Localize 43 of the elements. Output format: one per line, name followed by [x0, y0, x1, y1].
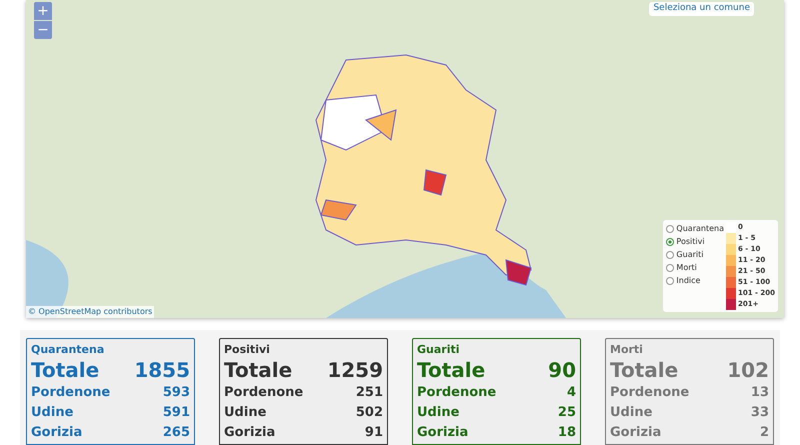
layer-radio[interactable]: Morti	[666, 262, 724, 274]
province-name: Pordenone	[31, 384, 110, 402]
select-municipality-label[interactable]: Seleziona un comune	[649, 2, 754, 16]
layer-radio[interactable]: Quarantena	[666, 223, 724, 235]
card-title: Guariti	[417, 343, 461, 357]
province-name: Udine	[224, 404, 266, 422]
province-value: 91	[364, 424, 383, 442]
province-name: Gorizia	[224, 424, 276, 442]
total-value: 1259	[327, 357, 383, 383]
card-title: Morti	[610, 343, 644, 357]
province-name: Udine	[610, 404, 652, 422]
province-value: 502	[356, 404, 383, 422]
province-value: 25	[558, 404, 576, 422]
card-title: Quarantena	[31, 343, 106, 357]
total-value: 1855	[134, 357, 190, 383]
card-title: Positivi	[224, 343, 271, 357]
province-value: 2	[760, 424, 769, 442]
province-name: Udine	[31, 404, 74, 422]
province-value: 13	[750, 384, 769, 402]
province-name: Udine	[417, 404, 460, 422]
province-value: 265	[162, 424, 190, 442]
total-value: 102	[727, 357, 769, 383]
map-attribution: © OpenStreetMap contributors	[26, 306, 154, 318]
province-name: Pordenone	[224, 384, 304, 402]
province-name: Gorizia	[417, 424, 468, 442]
province-value: 251	[356, 384, 383, 402]
total-label: Totale	[610, 357, 678, 383]
province-name: Gorizia	[31, 424, 82, 442]
total-label: Totale	[224, 357, 292, 383]
province-name: Pordenone	[610, 384, 690, 402]
layer-radio[interactable]: Guariti	[666, 249, 724, 261]
layer-radio[interactable]: Positivi	[666, 236, 724, 248]
province-name: Gorizia	[610, 424, 662, 442]
total-label: Totale	[31, 357, 100, 383]
total-value: 90	[548, 357, 576, 383]
province-value: 4	[566, 384, 576, 402]
layer-radio[interactable]: Indice	[666, 275, 724, 287]
province-value: 591	[162, 404, 190, 422]
province-name: Pordenone	[417, 384, 496, 402]
province-value: 593	[162, 384, 190, 402]
province-value: 33	[750, 404, 769, 422]
province-value: 18	[558, 424, 576, 442]
total-label: Totale	[417, 357, 486, 383]
